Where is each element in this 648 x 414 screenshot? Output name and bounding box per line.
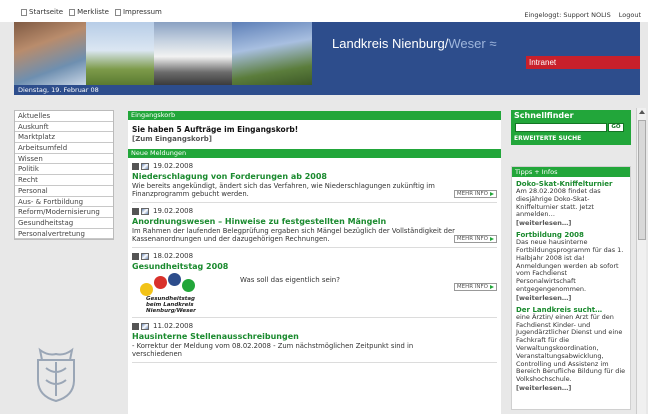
current-date: Dienstag, 19. Februar 08: [18, 86, 99, 94]
nav-item-personal[interactable]: Personal: [15, 186, 113, 197]
inbox-link[interactable]: [Zum Eingangskorb]: [132, 135, 495, 143]
more-info-button[interactable]: MEHR INFO: [453, 190, 497, 198]
nav-item-arbeitsumfeld[interactable]: Arbeitsumfeld: [15, 143, 113, 154]
news-date: 11.02.2008: [153, 322, 194, 330]
quick-finder: Schnellfinder GO ERWEITERTE SUCHE: [511, 110, 631, 145]
news-text: Im Rahmen der laufenden Belegprüfung erg…: [132, 227, 455, 243]
go-button[interactable]: GO: [608, 123, 624, 132]
toplink-merkliste[interactable]: Merkliste: [69, 8, 109, 16]
tip-text: eine Ärztin/ einen Arzt für den Fachdien…: [516, 312, 626, 384]
read-more-link[interactable]: [weiterlesen…]: [516, 294, 626, 302]
logout-link[interactable]: Logout: [619, 11, 641, 19]
read-more-link[interactable]: [weiterlesen…]: [516, 219, 626, 227]
news-text: Wie bereits angekündigt, ändert sich das…: [132, 182, 435, 198]
news-text: - Korrektur der Meldung vom 08.02.2008 -…: [132, 342, 414, 358]
news-item: 19.02.2008 Anordnungswesen – Hinweise zu…: [132, 203, 497, 248]
top-bar: Startseite Merkliste Impressum Eingelogg…: [0, 0, 648, 22]
arrow-right-icon: [490, 285, 494, 289]
news-title[interactable]: Niederschlagung von Forderungen ab 2008: [132, 172, 497, 181]
more-info-button[interactable]: MEHR INFO: [453, 283, 497, 291]
vertical-scrollbar[interactable]: [636, 108, 646, 414]
nav-item-auskunft[interactable]: Auskunft: [15, 122, 113, 133]
doc-icon: [114, 8, 121, 16]
nav-item-wissen[interactable]: Wissen: [15, 154, 113, 165]
banner-photo-nature: [232, 22, 312, 85]
nav-item-politik[interactable]: Politik: [15, 164, 113, 176]
edit-icon[interactable]: [141, 162, 149, 170]
news-text: Was soll das eigentlich sein?: [240, 276, 340, 284]
news-title[interactable]: Hausinterne Stellenausschreibungen: [132, 332, 497, 341]
news-date: 19.02.2008: [153, 207, 194, 215]
news-date: 19.02.2008: [153, 162, 194, 170]
news-title[interactable]: Anordnungswesen – Hinweise zu festgestel…: [132, 217, 497, 226]
finder-title: Schnellfinder: [514, 111, 574, 120]
home-icon: [21, 8, 27, 16]
scroll-thumb[interactable]: [638, 120, 646, 240]
news-header: Neue Meldungen: [128, 149, 501, 158]
doc-icon: [69, 8, 76, 16]
more-info-button[interactable]: MEHR INFO: [453, 235, 497, 243]
news-item: 18.02.2008 Gesundheitstag 2008 Gesundhei…: [132, 248, 497, 318]
edit-icon[interactable]: [141, 207, 149, 215]
banner: Landkreis Nienburg/Weser ≈ Intranet: [14, 22, 640, 85]
tip-item: Doko-Skat-Kniffelturnier Am 28.02.2008 f…: [512, 177, 630, 228]
tips-header: Tipps + Infos: [512, 167, 630, 177]
news-date: 18.02.2008: [153, 252, 194, 260]
advanced-search-link[interactable]: ERWEITERTE SUCHE: [514, 135, 581, 142]
news-item: 11.02.2008 Hausinterne Stellenausschreib…: [132, 318, 497, 363]
nav-item-fortbildung[interactable]: Aus- & Fortbildung: [15, 197, 113, 208]
tips-panel: Tipps + Infos Doko-Skat-Kniffelturnier A…: [511, 166, 631, 410]
tip-item: Fortbildung 2008 Das neue hausinterne Fo…: [512, 228, 630, 303]
user-bar: Eingeloggt: Support NOLIS Logout: [524, 11, 641, 19]
banner-photo-building: [154, 22, 232, 85]
tip-item: Der Landkreis sucht… eine Ärztin/ einen …: [512, 303, 630, 393]
toplink-impressum[interactable]: Impressum: [114, 8, 162, 16]
news-item: 19.02.2008 Niederschlagung von Forderung…: [132, 158, 497, 203]
logged-in-user: Eingeloggt: Support NOLIS: [524, 11, 611, 19]
toplink-startseite[interactable]: Startseite: [21, 8, 63, 16]
news-title[interactable]: Gesundheitstag 2008: [132, 262, 497, 271]
banner-photo-landscape: [86, 22, 154, 85]
arrow-right-icon: [490, 192, 494, 196]
read-more-link[interactable]: [weiterlesen…]: [516, 384, 626, 392]
edit-icon[interactable]: [141, 322, 149, 330]
nav-item-aktuelles[interactable]: Aktuelles: [15, 111, 113, 122]
tip-text: Am 28.02.2008 findet das diesjährige Dok…: [516, 187, 601, 219]
print-icon[interactable]: [132, 162, 139, 170]
top-links: Startseite Merkliste Impressum: [21, 8, 162, 16]
nav-item-marktplatz[interactable]: Marktplatz: [15, 132, 113, 144]
date-bar: Dienstag, 19. Februar 08: [14, 85, 640, 95]
brand-panel: Landkreis Nienburg/Weser ≈ Intranet: [312, 22, 640, 85]
tip-text: Das neue hausinterne Fortbildungsprogram…: [516, 238, 624, 293]
arrow-right-icon: [490, 237, 494, 241]
search-input[interactable]: [515, 123, 607, 132]
main-column: Eingangskorb Sie haben 5 Aufträge im Ein…: [128, 111, 501, 414]
right-column: Schnellfinder GO ERWEITERTE SUCHE Tipps …: [511, 110, 631, 410]
waves-icon: ≈: [489, 36, 497, 51]
intranet-label: Intranet: [526, 56, 640, 69]
nav-item-personalvertretung[interactable]: Personalvertretung: [15, 229, 113, 240]
inbox-header: Eingangskorb: [128, 111, 501, 120]
gesundheitstag-logo: Gesundheitstag beim Landkreis Nienburg/We…: [132, 273, 232, 314]
site-title[interactable]: Landkreis Nienburg/Weser ≈: [332, 36, 496, 51]
edit-icon[interactable]: [141, 252, 149, 260]
inbox-panel: Sie haben 5 Aufträge im Eingangskorb! [Z…: [128, 120, 501, 149]
nav-item-recht[interactable]: Recht: [15, 175, 113, 186]
coat-of-arms-logo: [37, 347, 75, 402]
print-icon[interactable]: [132, 252, 139, 260]
nav-item-reform[interactable]: Reform/Modernisierung: [15, 207, 113, 218]
banner-photos: [14, 22, 312, 85]
banner-photo-family: [14, 22, 86, 85]
news-list: 19.02.2008 Niederschlagung von Forderung…: [128, 158, 501, 363]
print-icon[interactable]: [132, 207, 139, 215]
inbox-message: Sie haben 5 Aufträge im Eingangskorb!: [132, 125, 299, 134]
scroll-up-icon[interactable]: [639, 110, 645, 114]
left-nav: Aktuelles Auskunft Marktplatz Arbeitsumf…: [14, 110, 114, 241]
print-icon[interactable]: [132, 322, 139, 330]
nav-item-gesundheitstag[interactable]: Gesundheitstag: [15, 218, 113, 229]
